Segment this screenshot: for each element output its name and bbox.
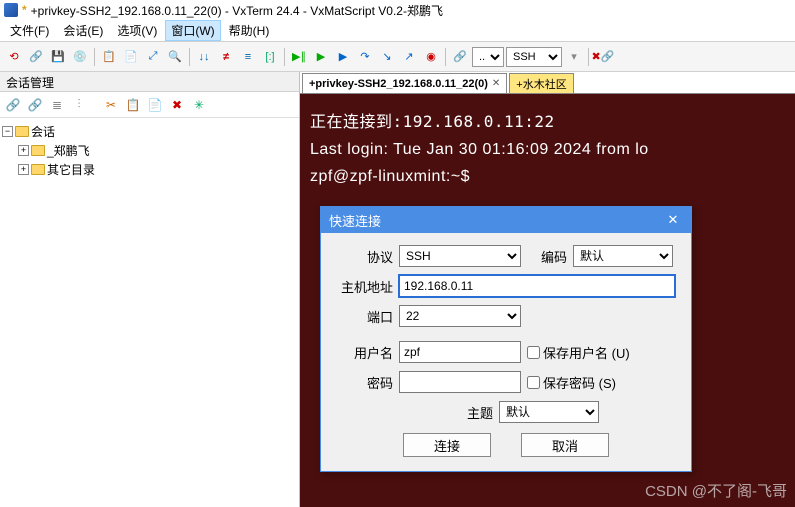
lines-icon[interactable]: ≡ bbox=[238, 47, 258, 67]
stepin-icon[interactable]: ↘ bbox=[377, 47, 397, 67]
stepout-icon[interactable]: ↗ bbox=[399, 47, 419, 67]
window-titlebar: * +privkey-SSH2_192.168.0.11_22(0) - VxT… bbox=[0, 0, 795, 20]
terminal-prompt: zpf@zpf-linuxmint:~$ bbox=[310, 163, 785, 190]
close-icon[interactable]: ✕ bbox=[492, 78, 500, 89]
label-host: 主机地址 bbox=[337, 277, 393, 296]
play3-icon[interactable]: ▶ bbox=[333, 47, 353, 67]
tab-label: +水木社区 bbox=[516, 76, 566, 92]
menu-file[interactable]: 文件(F) bbox=[4, 20, 55, 41]
expand-icon[interactable]: + bbox=[18, 145, 29, 156]
tree-node-label: _郑鹏飞 bbox=[47, 142, 90, 159]
link-icon[interactable]: 🔗 bbox=[26, 47, 46, 67]
sess-copy-icon[interactable]: 📋 bbox=[124, 96, 142, 114]
stepover-icon[interactable]: ↷ bbox=[355, 47, 375, 67]
tree-root[interactable]: − 会话 bbox=[2, 122, 297, 141]
sess-link-blue-icon[interactable]: 🔗 bbox=[26, 96, 44, 114]
label-user: 用户名 bbox=[337, 343, 393, 362]
disk-icon[interactable]: 💿 bbox=[70, 47, 90, 67]
folder-icon bbox=[15, 126, 29, 137]
sess-cut-icon[interactable]: ✂ bbox=[102, 96, 120, 114]
menu-options[interactable]: 选项(V) bbox=[111, 20, 163, 41]
label-theme: 主题 bbox=[467, 403, 493, 422]
tree-node-1[interactable]: + _郑鹏飞 bbox=[2, 141, 297, 160]
port-select[interactable]: 22 bbox=[399, 305, 521, 327]
terminal-line: Last login: Tue Jan 30 01:16:09 2024 fro… bbox=[310, 136, 785, 163]
app-icon bbox=[4, 3, 18, 17]
stop-icon[interactable]: ◉ bbox=[421, 47, 441, 67]
collapse-icon[interactable]: − bbox=[2, 126, 13, 137]
play-icon[interactable]: ▶∥ bbox=[289, 47, 309, 67]
save-username-checkbox[interactable]: 保存用户名 (U) bbox=[527, 343, 630, 362]
paste-icon[interactable]: 📄 bbox=[121, 47, 141, 67]
search-icon[interactable]: 🔍 bbox=[165, 47, 185, 67]
menubar: 文件(F) 会话(E) 选项(V) 窗口(W) 帮助(H) bbox=[0, 20, 795, 42]
cancel-button[interactable]: 取消 bbox=[521, 433, 609, 457]
sidebar-title: 会话管理 bbox=[0, 72, 299, 92]
toolbar-sep bbox=[189, 48, 190, 66]
theme-select[interactable]: 默认 bbox=[499, 401, 599, 423]
group-icon[interactable]: [:] bbox=[260, 47, 280, 67]
modified-star: * bbox=[22, 3, 27, 17]
dialog-title: 快速连接 bbox=[329, 211, 381, 230]
password-input[interactable] bbox=[399, 371, 521, 393]
down-icon[interactable]: ↓↓ bbox=[194, 47, 214, 67]
folder-icon bbox=[31, 145, 45, 156]
close-icon[interactable]: ✕ bbox=[663, 210, 683, 230]
tab-community[interactable]: +水木社区 bbox=[509, 73, 573, 93]
link2-icon[interactable]: 🔗 bbox=[450, 47, 470, 67]
sess-list-icon[interactable]: ≣ bbox=[48, 96, 66, 114]
label-pass: 密码 bbox=[337, 373, 393, 392]
tree-root-label: 会话 bbox=[31, 123, 55, 140]
toolbar-sep bbox=[94, 48, 95, 66]
toolbar-combo-protocol[interactable]: SSH bbox=[506, 47, 562, 67]
sess-sort-icon[interactable]: ⫶ bbox=[70, 96, 88, 114]
terminal-tabbar: +privkey-SSH2_192.168.0.11_22(0) ✕ +水木社区 bbox=[300, 72, 795, 94]
username-input[interactable] bbox=[399, 341, 521, 363]
copy-icon[interactable]: 📋 bbox=[99, 47, 119, 67]
play2-icon[interactable]: ▶ bbox=[311, 47, 331, 67]
quick-connect-dialog: 快速连接 ✕ 协议 SSH 编码 默认 主机地址 端口 22 用户名 保存用户名… bbox=[320, 206, 692, 472]
label-protocol: 协议 bbox=[337, 247, 393, 266]
toolbar-sep bbox=[284, 48, 285, 66]
toolbar-sep bbox=[445, 48, 446, 66]
connect-button[interactable]: 连接 bbox=[403, 433, 491, 457]
label-port: 端口 bbox=[337, 307, 393, 326]
window-title: +privkey-SSH2_192.168.0.11_22(0) - VxTer… bbox=[31, 2, 443, 19]
expand-icon[interactable]: + bbox=[18, 164, 29, 175]
toolbar-sep bbox=[588, 48, 589, 66]
label-encoding: 编码 bbox=[541, 247, 567, 266]
encoding-select[interactable]: 默认 bbox=[573, 245, 673, 267]
disconnect-icon[interactable]: ✖🔗 bbox=[593, 47, 613, 67]
tree-node-2[interactable]: + 其它目录 bbox=[2, 160, 297, 179]
dialog-body: 协议 SSH 编码 默认 主机地址 端口 22 用户名 保存用户名 (U) 密码… bbox=[321, 233, 691, 471]
sess-star-icon[interactable]: ✳ bbox=[190, 96, 208, 114]
menu-window[interactable]: 窗口(W) bbox=[165, 20, 220, 41]
folder-icon bbox=[31, 164, 45, 175]
menu-help[interactable]: 帮助(H) bbox=[223, 20, 276, 41]
main-toolbar: ⟲ 🔗 💾 💿 📋 📄 ⤢ 🔍 ↓↓ ≠ ≡ [:] ▶∥ ▶ ▶ ↷ ↘ ↗ … bbox=[0, 42, 795, 72]
dialog-titlebar: 快速连接 ✕ bbox=[321, 207, 691, 233]
menu-session[interactable]: 会话(E) bbox=[57, 20, 109, 41]
sidebar-toolbar: 🔗 🔗 ≣ ⫶ ✂ 📋 📄 ✖ ✳ bbox=[0, 92, 299, 118]
terminal-line: 正在连接到:192.168.0.11:22 bbox=[310, 108, 785, 136]
protocol-select[interactable]: SSH bbox=[399, 245, 521, 267]
save-icon[interactable]: 💾 bbox=[48, 47, 68, 67]
sess-delete-icon[interactable]: ✖ bbox=[168, 96, 186, 114]
sess-link-red-icon[interactable]: 🔗 bbox=[4, 96, 22, 114]
tree-node-label: 其它目录 bbox=[47, 161, 95, 178]
tab-label: +privkey-SSH2_192.168.0.11_22(0) bbox=[309, 78, 488, 90]
tab-session[interactable]: +privkey-SSH2_192.168.0.11_22(0) ✕ bbox=[302, 73, 507, 93]
host-input[interactable] bbox=[399, 275, 675, 297]
notequal-icon[interactable]: ≠ bbox=[216, 47, 236, 67]
dropdown-icon[interactable]: ▾ bbox=[564, 47, 584, 67]
reconnect-icon[interactable]: ⟲ bbox=[4, 47, 24, 67]
save-password-checkbox[interactable]: 保存密码 (S) bbox=[527, 373, 616, 392]
session-tree: − 会话 + _郑鹏飞 + 其它目录 bbox=[0, 118, 299, 183]
expand-icon[interactable]: ⤢ bbox=[143, 47, 163, 67]
sess-paste-icon[interactable]: 📄 bbox=[146, 96, 164, 114]
session-sidebar: 会话管理 🔗 🔗 ≣ ⫶ ✂ 📋 📄 ✖ ✳ − 会话 + _郑鹏飞 bbox=[0, 72, 300, 507]
toolbar-combo-1[interactable]: ... bbox=[472, 47, 504, 67]
